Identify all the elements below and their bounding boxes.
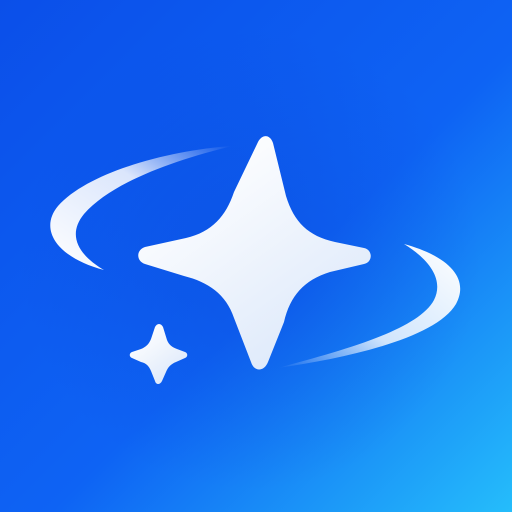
app-icon [0, 0, 512, 512]
app-icon-graphic [0, 0, 512, 512]
